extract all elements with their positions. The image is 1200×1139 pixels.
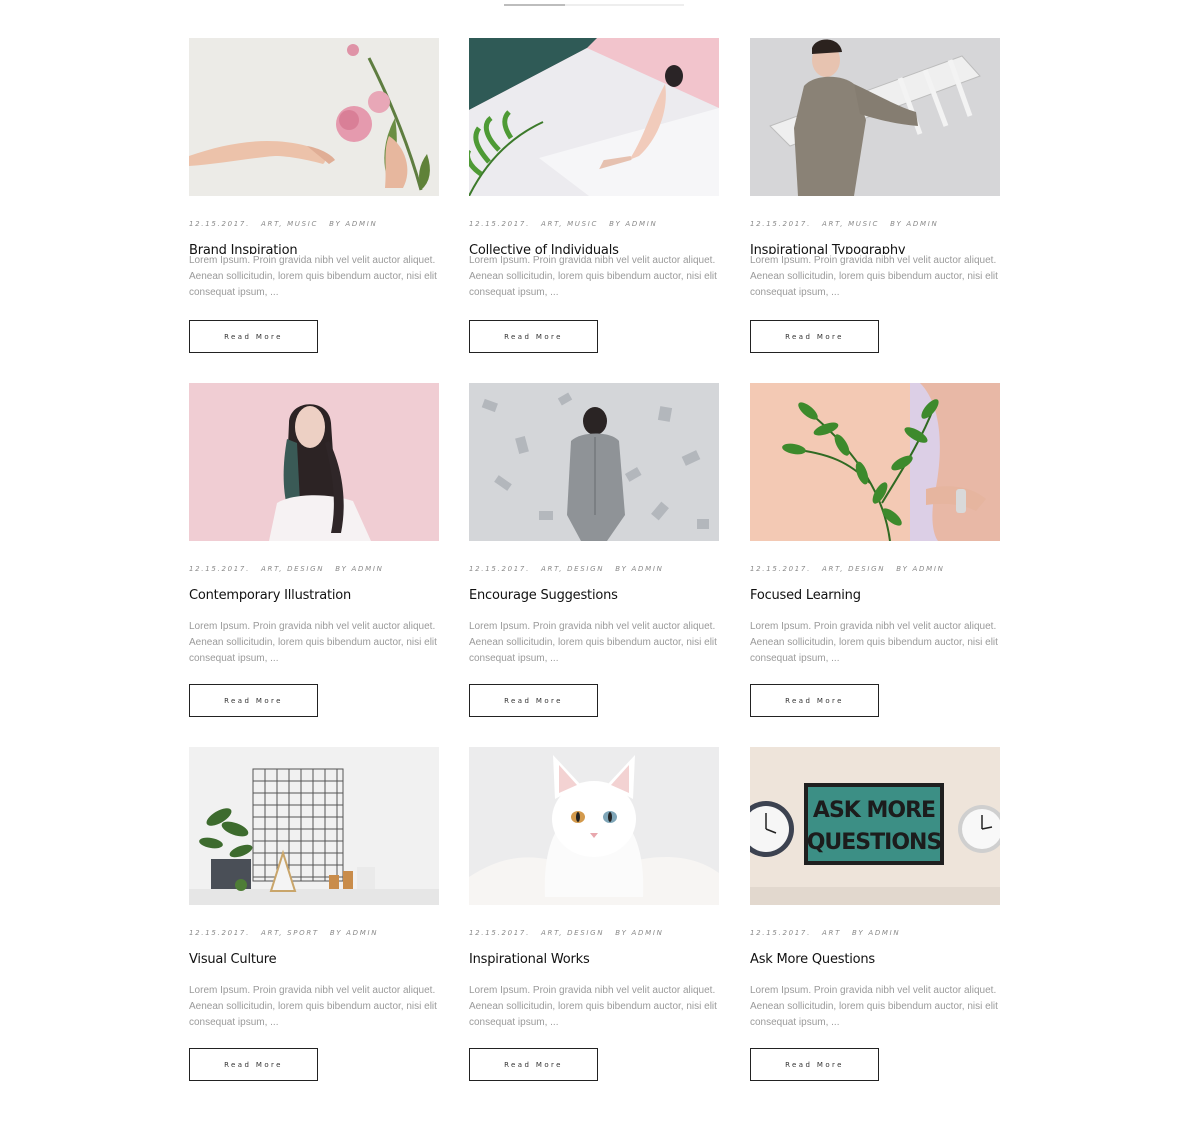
post-image-link[interactable] [189, 383, 439, 541]
post-meta: 12.15.2017. ART, DESIGN BY ADMIN [469, 565, 675, 573]
post-meta: 12.15.2017. ART, DESIGN BY ADMIN [469, 929, 675, 937]
post-excerpt: Lorem Ipsum. Proin gravida nibh vel veli… [469, 621, 717, 664]
read-more-button[interactable]: Read More [189, 684, 318, 717]
post-author[interactable]: BY ADMIN [330, 929, 378, 937]
woman-pink-image [189, 383, 439, 541]
woman-palm-image [469, 38, 719, 196]
white-cat-image [469, 747, 719, 905]
post-categories[interactable]: ART, DESIGN [261, 565, 324, 573]
post-date: 12.15.2017. [189, 929, 251, 937]
man-wall-image [469, 383, 719, 541]
post-title[interactable]: Visual Culture [189, 952, 277, 967]
read-more-button[interactable]: Read More [189, 320, 318, 353]
post-excerpt: Lorem Ipsum. Proin gravida nibh vel veli… [189, 985, 437, 1028]
post-excerpt: Lorem Ipsum. Proin gravida nibh vel veli… [469, 985, 717, 1028]
plant-hand-image [750, 383, 1000, 541]
post-categories[interactable]: ART, SPORT [261, 929, 319, 937]
post-categories[interactable]: ART, MUSIC [822, 220, 879, 228]
man-ladder-image [750, 38, 1000, 196]
post-title[interactable]: Inspirational Works [469, 952, 590, 967]
post-excerpt: Lorem Ipsum. Proin gravida nibh vel veli… [189, 255, 437, 298]
post-author[interactable]: BY ADMIN [615, 565, 663, 573]
post-author[interactable]: BY ADMIN [609, 220, 657, 228]
read-more-button[interactable]: Read More [469, 1048, 598, 1081]
post-image-link[interactable] [189, 38, 439, 196]
filter-tabs[interactable] [504, 4, 684, 6]
post-image-link[interactable] [189, 747, 439, 905]
active-tab-indicator [504, 4, 565, 6]
post-author[interactable]: BY ADMIN [890, 220, 938, 228]
post-meta: 12.15.2017. ART, MUSIC BY ADMIN [750, 220, 949, 228]
post-excerpt: Lorem Ipsum. Proin gravida nibh vel veli… [750, 985, 998, 1028]
hand-rose-image [189, 38, 439, 196]
post-date: 12.15.2017. [469, 929, 531, 937]
read-more-button[interactable]: Read More [469, 320, 598, 353]
post-image-link[interactable] [750, 38, 1000, 196]
post-title[interactable]: Ask More Questions [750, 952, 875, 967]
post-meta: 12.15.2017. ART, MUSIC BY ADMIN [189, 220, 388, 228]
post-categories[interactable]: ART [822, 929, 841, 937]
post-date: 12.15.2017. [469, 565, 531, 573]
post-image-link[interactable] [469, 383, 719, 541]
post-author[interactable]: BY ADMIN [335, 565, 383, 573]
post-meta: 12.15.2017. ART, DESIGN BY ADMIN [189, 565, 395, 573]
post-author[interactable]: BY ADMIN [896, 565, 944, 573]
post-date: 12.15.2017. [469, 220, 531, 228]
read-more-button[interactable]: Read More [750, 1048, 879, 1081]
post-image-link[interactable] [750, 383, 1000, 541]
post-excerpt: Lorem Ipsum. Proin gravida nibh vel veli… [189, 621, 437, 664]
post-title[interactable]: Contemporary Illustration [189, 588, 351, 603]
read-more-button[interactable]: Read More [750, 320, 879, 353]
poster-line-1: ASK MORE [813, 798, 935, 823]
read-more-button[interactable]: Read More [469, 684, 598, 717]
post-date: 12.15.2017. [750, 929, 812, 937]
post-image-link[interactable] [469, 38, 719, 196]
post-meta: 12.15.2017. ART, MUSIC BY ADMIN [469, 220, 668, 228]
post-author[interactable]: BY ADMIN [329, 220, 377, 228]
poster-image: ASK MORE QUESTIONS [750, 747, 1000, 905]
post-title[interactable]: Focused Learning [750, 588, 861, 603]
post-categories[interactable]: ART, DESIGN [541, 565, 604, 573]
post-meta: 12.15.2017. ART, DESIGN BY ADMIN [750, 565, 956, 573]
read-more-button[interactable]: Read More [750, 684, 879, 717]
post-categories[interactable]: ART, DESIGN [822, 565, 885, 573]
shelf-image [189, 747, 439, 905]
post-image-link[interactable] [469, 747, 719, 905]
post-image-link[interactable]: ASK MORE QUESTIONS [750, 747, 1000, 905]
post-author[interactable]: BY ADMIN [615, 929, 663, 937]
post-excerpt: Lorem Ipsum. Proin gravida nibh vel veli… [750, 255, 998, 298]
post-title[interactable]: Encourage Suggestions [469, 588, 618, 603]
post-author[interactable]: BY ADMIN [852, 929, 900, 937]
post-excerpt: Lorem Ipsum. Proin gravida nibh vel veli… [469, 255, 717, 298]
post-meta: 12.15.2017. ART BY ADMIN [750, 929, 911, 937]
post-date: 12.15.2017. [750, 220, 812, 228]
post-date: 12.15.2017. [750, 565, 812, 573]
post-categories[interactable]: ART, MUSIC [541, 220, 598, 228]
post-date: 12.15.2017. [189, 565, 251, 573]
post-meta: 12.15.2017. ART, SPORT BY ADMIN [189, 929, 389, 937]
post-categories[interactable]: ART, DESIGN [541, 929, 604, 937]
read-more-button[interactable]: Read More [189, 1048, 318, 1081]
poster-line-2: QUESTIONS [807, 830, 942, 855]
post-categories[interactable]: ART, MUSIC [261, 220, 318, 228]
post-excerpt: Lorem Ipsum. Proin gravida nibh vel veli… [750, 621, 998, 664]
post-date: 12.15.2017. [189, 220, 251, 228]
